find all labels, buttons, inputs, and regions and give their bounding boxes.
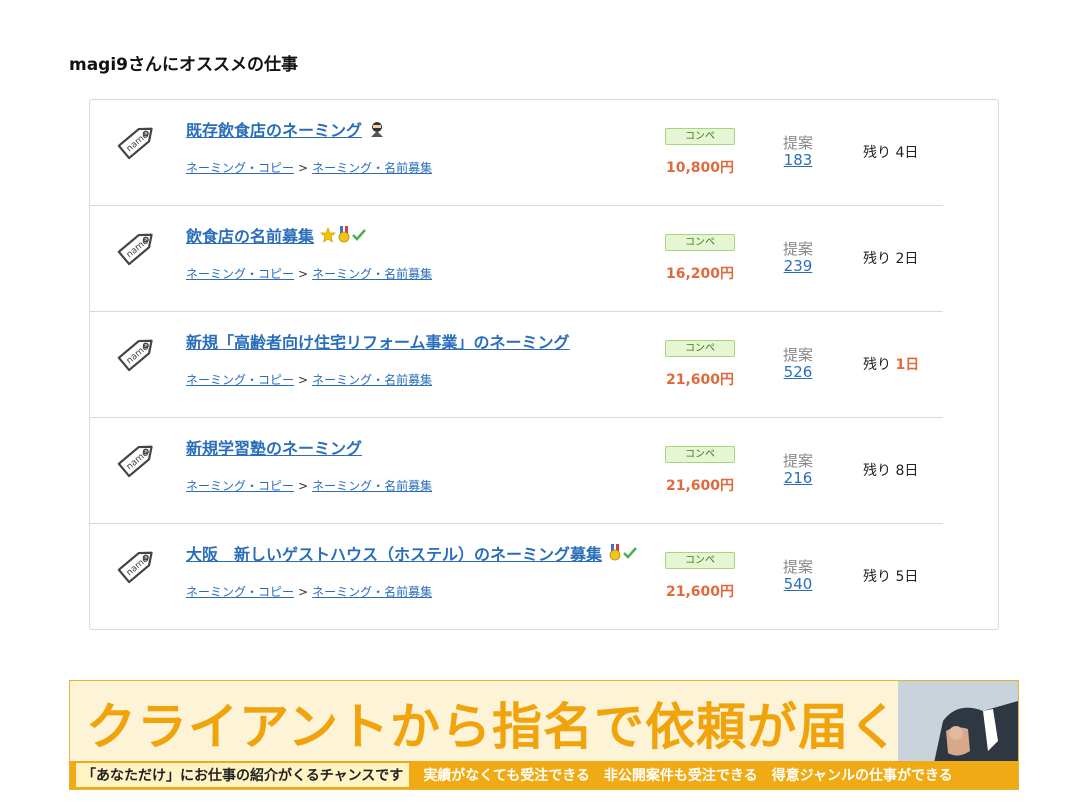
remaining-days: 残り 4日 — [863, 142, 918, 162]
section-title: magi9さんにオススメの仕事 — [69, 55, 299, 75]
name-tag-icon: name — [117, 551, 153, 584]
category-child-link[interactable]: ネーミング・名前募集 — [312, 479, 432, 493]
job-row: name 新規「高齢者向け住宅リフォーム事業」のネーミング ネーミング・コピー >… — [90, 312, 943, 418]
remaining-days-value: 4日 — [895, 145, 919, 161]
job-row: name 大阪 新しいゲストハウス（ホステル）のネーミング募集 ネーミング・コピ… — [90, 524, 943, 630]
remaining-days-value: 5日 — [895, 569, 919, 585]
job-title-text: 新規学習塾のネーミング — [186, 439, 363, 458]
competition-badge: コンペ — [665, 340, 735, 357]
job-list: name 既存飲食店のネーミング ネーミング・コピー > ネーミング・名前募集 コン… — [89, 99, 999, 630]
breadcrumb: ネーミング・コピー > ネーミング・名前募集 — [186, 371, 432, 388]
name-tag-icon: name — [117, 127, 153, 160]
job-row: name 新規学習塾のネーミング ネーミング・コピー > ネーミング・名前募集 コン… — [90, 418, 943, 524]
proposal-label: 提案 — [782, 240, 813, 258]
proposal-label: 提案 — [782, 452, 813, 470]
job-title-link[interactable]: 新規学習塾のネーミング — [186, 435, 368, 459]
job-title-link[interactable]: 既存飲食店のネーミング — [186, 117, 386, 141]
proposal-count-link[interactable]: 540 — [770, 575, 826, 593]
remaining-prefix: 残り — [863, 463, 891, 479]
remaining-days-value: 8日 — [895, 463, 919, 479]
proposal-label: 提案 — [782, 346, 813, 364]
remaining-prefix: 残り — [863, 569, 891, 585]
remaining-days-value: 1日 — [895, 357, 920, 373]
category-child-link[interactable]: ネーミング・名前募集 — [312, 585, 432, 599]
name-tag-icon: name — [117, 445, 153, 478]
proposal-label: 提案 — [782, 558, 813, 576]
ninja-badge-icon — [368, 120, 386, 138]
breadcrumb-separator: > — [298, 585, 309, 599]
banner-strip-item: 実績がなくても受注できる — [423, 768, 590, 784]
star-badge-icon — [320, 227, 336, 243]
remaining-days: 残り 8日 — [863, 460, 918, 480]
category-parent-link[interactable]: ネーミング・コピー — [186, 161, 294, 175]
breadcrumb-separator: > — [298, 479, 309, 493]
job-title-text: 大阪 新しいゲストハウス（ホステル）のネーミング募集 — [186, 545, 603, 564]
job-badges — [320, 226, 366, 244]
job-title-text: 新規「高齢者向け住宅リフォーム事業」のネーミング — [186, 333, 570, 352]
breadcrumb-separator: > — [298, 267, 309, 281]
proposal-count-link[interactable]: 239 — [770, 257, 826, 275]
job-row: name 既存飲食店のネーミング ネーミング・コピー > ネーミング・名前募集 コン… — [90, 100, 943, 206]
job-title-link[interactable]: 新規「高齢者向け住宅リフォーム事業」のネーミング — [186, 329, 576, 353]
remaining-days: 残り 5日 — [863, 566, 918, 586]
breadcrumb: ネーミング・コピー > ネーミング・名前募集 — [186, 159, 432, 176]
remaining-days-value: 2日 — [895, 251, 919, 267]
medal-badge-icon — [608, 544, 622, 562]
category-child-link[interactable]: ネーミング・名前募集 — [312, 267, 432, 281]
category-parent-link[interactable]: ネーミング・コピー — [186, 373, 294, 387]
proposal-count-link[interactable]: 183 — [770, 151, 826, 169]
breadcrumb: ネーミング・コピー > ネーミング・名前募集 — [186, 583, 432, 600]
banner-strip-item: 非公開案件も受注できる — [603, 768, 758, 784]
job-badges — [608, 544, 637, 562]
check-badge-icon — [623, 546, 637, 560]
breadcrumb: ネーミング・コピー > ネーミング・名前募集 — [186, 265, 432, 282]
banner-strip-highlight: 「あなただけ」にお仕事の紹介がくるチャンスです — [76, 763, 410, 787]
category-parent-link[interactable]: ネーミング・コピー — [186, 267, 294, 281]
job-title-link[interactable]: 大阪 新しいゲストハウス（ホステル）のネーミング募集 — [186, 541, 637, 565]
job-row: name 飲食店の名前募集 ネーミング・コピー > ネーミング・名前募集 コンペ 1… — [90, 206, 943, 312]
job-title-text: 既存飲食店のネーミング — [186, 121, 363, 140]
competition-badge: コンペ — [665, 128, 735, 145]
remaining-days: 残り 1日 — [863, 354, 919, 374]
remaining-days: 残り 2日 — [863, 248, 918, 268]
nomination-banner[interactable]: クライアントから指名で依頼が届く!? 「あなただけ」にお仕事の紹介がくるチャンス… — [69, 680, 1019, 790]
category-child-link[interactable]: ネーミング・名前募集 — [312, 373, 432, 387]
price: 21,600円 — [665, 372, 735, 388]
job-title-text: 飲食店の名前募集 — [186, 227, 315, 246]
competition-badge: コンペ — [665, 234, 735, 251]
price: 21,600円 — [665, 478, 735, 494]
breadcrumb-separator: > — [298, 161, 309, 175]
banner-strip: 「あなただけ」にお仕事の紹介がくるチャンスです 実績がなくても受注できる 非公開… — [70, 761, 1018, 789]
category-child-link[interactable]: ネーミング・名前募集 — [312, 161, 432, 175]
proposal-label: 提案 — [782, 134, 813, 152]
proposal-count-link[interactable]: 526 — [770, 363, 826, 381]
breadcrumb-separator: > — [298, 373, 309, 387]
price: 21,600円 — [665, 584, 735, 600]
banner-headline: クライアントから指名で依頼が届く!? — [86, 698, 954, 756]
remaining-prefix: 残り — [863, 145, 891, 161]
check-badge-icon — [352, 228, 366, 242]
job-title-link[interactable]: 飲食店の名前募集 — [186, 223, 366, 247]
job-badges — [368, 120, 386, 138]
category-parent-link[interactable]: ネーミング・コピー — [186, 479, 294, 493]
name-tag-icon: name — [117, 339, 153, 372]
competition-badge: コンペ — [665, 446, 735, 463]
price: 10,800円 — [665, 160, 735, 176]
price: 16,200円 — [665, 266, 735, 282]
proposal-count-link[interactable]: 216 — [770, 469, 826, 487]
remaining-prefix: 残り — [863, 251, 891, 267]
banner-strip-item: 得意ジャンルの仕事ができる — [771, 768, 953, 784]
category-parent-link[interactable]: ネーミング・コピー — [186, 585, 294, 599]
remaining-prefix: 残り — [863, 357, 891, 373]
competition-badge: コンペ — [665, 552, 735, 569]
breadcrumb: ネーミング・コピー > ネーミング・名前募集 — [186, 477, 432, 494]
name-tag-icon: name — [117, 233, 153, 266]
medal-badge-icon — [337, 226, 351, 244]
